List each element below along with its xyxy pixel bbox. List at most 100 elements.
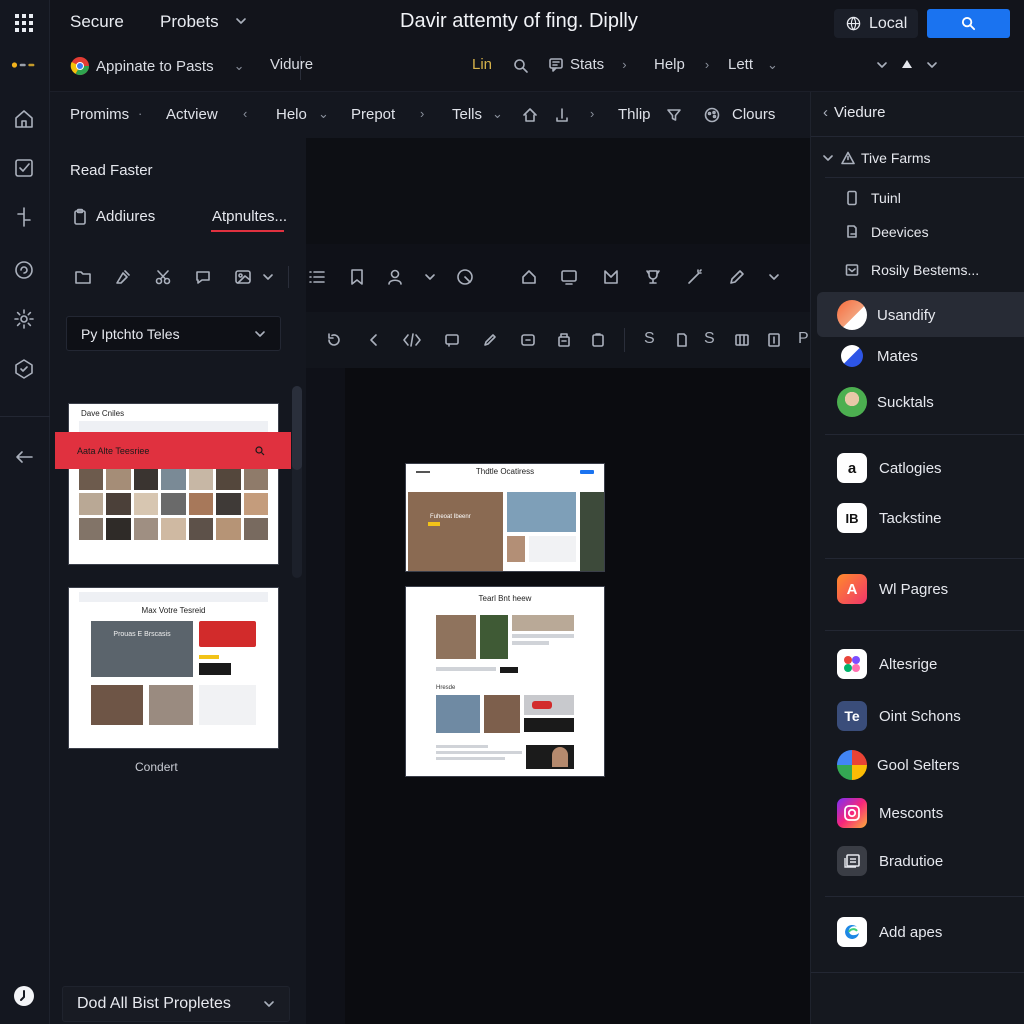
badge-icon[interactable] (11, 356, 37, 382)
menu-thlip[interactable]: Thlip (618, 106, 651, 123)
lock-icon[interactable] (522, 107, 538, 123)
layout-icon[interactable] (520, 332, 536, 348)
chevron-down-icon[interactable] (768, 271, 780, 283)
chevron-left-icon[interactable] (366, 332, 382, 348)
file-icon[interactable] (674, 332, 690, 348)
menu-actview[interactable]: Actview (166, 106, 218, 123)
monitor-icon[interactable] (560, 268, 578, 286)
scrollbar-track[interactable] (292, 386, 302, 578)
app-item-wl-pagres[interactable]: A Wl Pagres (811, 574, 1024, 604)
split-icon[interactable] (11, 204, 37, 230)
paragraph-icon[interactable]: P (798, 330, 809, 348)
local-button[interactable]: Local (834, 9, 918, 38)
stats-menu[interactable]: Stats › (548, 56, 627, 73)
template-dropdown[interactable]: Py Iptchto Teles (66, 316, 281, 351)
strike-icon[interactable]: S (644, 330, 655, 348)
brush-icon[interactable] (114, 268, 132, 286)
chevron-down-icon[interactable] (262, 271, 274, 283)
sidebar-header[interactable]: ‹ Viedure (811, 104, 1024, 121)
folder-icon[interactable] (74, 268, 92, 286)
page-preview-card[interactable]: Tearl Bnt heew Hresde (405, 586, 605, 777)
menu-clours[interactable]: Clours (732, 106, 775, 123)
chevron-down-icon[interactable] (424, 271, 436, 283)
columns-icon[interactable] (734, 332, 750, 348)
template-thumbnail[interactable]: Max Votre Tesreid Prouas E Brscasis (68, 587, 279, 749)
menu-tells[interactable]: Tells (452, 106, 482, 123)
add-apps-item[interactable]: Add apes (811, 917, 1024, 947)
code-icon[interactable] (402, 332, 422, 348)
app-item-usandify[interactable]: Usandify (811, 300, 1024, 330)
house-icon[interactable] (520, 268, 538, 286)
tree-item-rosily[interactable]: Rosily Bestems... (811, 262, 1024, 278)
download-icon[interactable] (554, 107, 570, 123)
dollar-icon[interactable]: S (704, 330, 715, 348)
list-icon[interactable] (308, 268, 326, 286)
clipboard-icon[interactable] (590, 332, 606, 348)
lett-menu[interactable]: Lett ⌄ (728, 56, 778, 73)
menu-helo[interactable]: Helo (276, 106, 307, 123)
app-item-sucktals[interactable]: Sucktals (811, 387, 1024, 417)
menu-prepot[interactable]: Prepot (351, 106, 395, 123)
chevron-down-icon[interactable] (876, 59, 888, 71)
red-banner[interactable]: Aata Alte Teesriee (55, 432, 291, 469)
settings-gear-icon[interactable] (11, 306, 37, 332)
atpnultes-tab[interactable]: Atpnultes... (212, 208, 287, 225)
page-preview-card[interactable]: Thdtle Ocatiress Fuheoat Ibeenr (405, 463, 605, 572)
user-circle-icon[interactable] (11, 983, 37, 1009)
palette-icon[interactable] (704, 107, 720, 123)
pen-icon[interactable] (728, 268, 746, 286)
image-icon[interactable] (234, 268, 252, 286)
addiures-tab[interactable]: Addiures (96, 208, 155, 225)
trophy-icon[interactable] (644, 268, 662, 286)
bookmark-icon[interactable] (348, 268, 366, 286)
refresh-circle-icon[interactable] (11, 257, 37, 283)
chevron-down-icon[interactable] (926, 59, 938, 71)
printer-icon[interactable] (556, 332, 572, 348)
chevron-right-icon: › (704, 57, 710, 72)
bottom-dropdown[interactable]: Dod All Bist Propletes (62, 986, 290, 1022)
app-item-tackstine[interactable]: IB Tackstine (811, 503, 1024, 533)
window-dots-icon[interactable] (11, 52, 37, 78)
triangle-up-icon[interactable] (901, 58, 913, 70)
tree-item-tuinl[interactable]: Tuinl (811, 190, 1024, 206)
app-item-oint-schons[interactable]: Te Oint Schons (811, 701, 1024, 731)
menu-promims[interactable]: Promims (70, 106, 129, 123)
checklist-icon[interactable] (11, 155, 37, 181)
chart-icon[interactable] (602, 268, 620, 286)
comment-icon[interactable] (194, 268, 212, 286)
tree-item-deevices[interactable]: Deevices (811, 224, 1024, 240)
document-icon[interactable] (766, 332, 782, 348)
app-item-mesconts[interactable]: Mesconts (811, 798, 1024, 828)
edit-icon[interactable] (482, 332, 498, 348)
magic-wand-icon[interactable] (686, 268, 704, 286)
app-item-bradutioe[interactable]: Bradutioe (811, 846, 1024, 876)
template-thumbnail[interactable]: Dave Cniles (68, 403, 279, 565)
scissors-icon[interactable] (154, 268, 172, 286)
section-label: Hresde (436, 685, 456, 691)
message-icon[interactable] (444, 332, 460, 348)
back-arrow-icon[interactable] (11, 444, 37, 470)
app-item-mates[interactable]: Mates (811, 345, 1024, 367)
read-faster-label[interactable]: Read Faster (70, 162, 153, 179)
app-item-altesrige[interactable]: Altesrige (811, 649, 1024, 679)
secure-label[interactable]: Secure (70, 12, 124, 32)
app-item-catlogies[interactable]: a Catlogies (811, 453, 1024, 483)
user-icon[interactable] (386, 268, 404, 286)
design-canvas[interactable]: Thdtle Ocatiress Fuheoat Ibeenr Tearl Bn… (345, 368, 810, 1024)
probets-menu[interactable]: Probets (160, 12, 219, 32)
filter-icon[interactable] (666, 107, 682, 123)
scrollbar-thumb[interactable] (292, 386, 302, 470)
appinate-menu[interactable]: Appinate to Pasts ⌄ (70, 56, 244, 76)
search-icon[interactable] (513, 58, 529, 74)
rotate-icon[interactable] (326, 332, 342, 348)
lin-link[interactable]: Lin (472, 56, 492, 73)
vidure-tab[interactable]: Vidure (270, 56, 313, 73)
tree-group-tive-farms[interactable]: Tive Farms (811, 150, 1024, 166)
circle-icon[interactable] (456, 268, 474, 286)
search-button[interactable] (927, 9, 1010, 38)
grid-menu-icon[interactable] (11, 10, 37, 36)
chevron-down-icon[interactable] (234, 14, 248, 28)
app-item-gool-selters[interactable]: Gool Selters (811, 750, 1024, 780)
home-icon[interactable] (11, 106, 37, 132)
help-menu[interactable]: Help › (654, 56, 709, 73)
